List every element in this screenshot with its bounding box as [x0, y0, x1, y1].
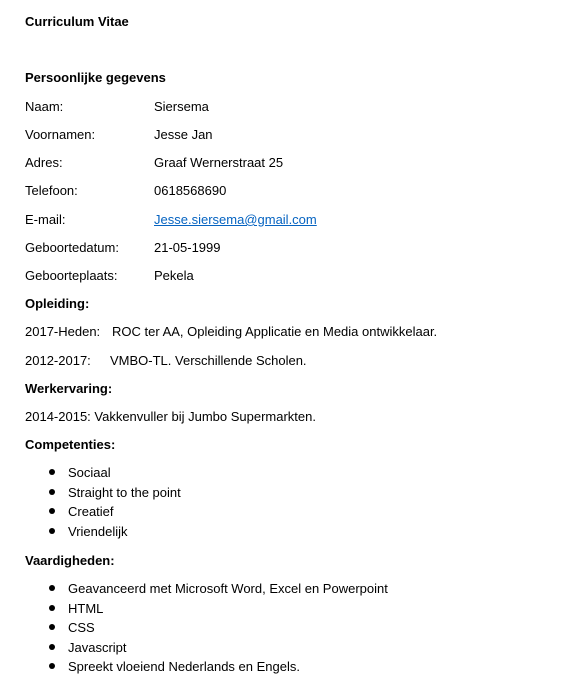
email-link[interactable]: Jesse.siersema@gmail.com — [154, 212, 317, 228]
skills-heading: Vaardigheden: — [25, 553, 115, 568]
birthdate-value: 21-05-1999 — [154, 240, 221, 255]
bullet-icon — [49, 488, 55, 495]
list-item: Spreekt vloeiend Nederlands en Engels. — [25, 659, 388, 679]
education-text: VMBO-TL. Verschillende Scholen. — [110, 353, 307, 368]
first-names-label: Voornamen: — [25, 127, 96, 142]
list-item: Geavanceerd met Microsoft Word, Excel en… — [25, 581, 388, 601]
name-label: Naam: — [25, 99, 64, 114]
work-heading: Werkervaring: — [25, 381, 113, 396]
bullet-icon — [49, 624, 55, 630]
list-item: Straight to the point — [25, 485, 181, 505]
email-label: E-mail: — [25, 212, 66, 227]
list-item: Javascript — [25, 640, 388, 660]
work-item: 2014-2015: Vakkenvuller bij Jumbo Superm… — [25, 409, 316, 424]
education-text: ROC ter AA, Opleiding Applicatie en Medi… — [112, 324, 438, 339]
birthplace-label: Geboorteplaats: — [25, 268, 118, 283]
competencies-heading: Competenties: — [25, 437, 116, 452]
document-title: Curriculum Vitae — [25, 14, 129, 29]
list-item: Creatief — [25, 504, 181, 524]
list-item: Sociaal — [25, 465, 181, 485]
bullet-icon — [49, 604, 55, 611]
bullet-icon — [49, 663, 55, 669]
education-item: 2017-Heden: ROC ter AA, Opleiding Applica… — [25, 324, 437, 340]
birthdate-label: Geboortedatum: — [25, 240, 119, 255]
address-value: Graaf Wernerstraat 25 — [154, 155, 284, 170]
personal-heading: Persoonlijke gegevens — [25, 70, 166, 85]
competencies-list: Sociaal Straight to the point Creatief V… — [25, 465, 181, 543]
bullet-icon — [49, 527, 55, 534]
address-label: Adres: — [25, 155, 63, 170]
list-item: CSS — [25, 620, 388, 640]
bullet-icon — [49, 585, 55, 591]
first-names-value: Jesse Jan — [154, 127, 213, 142]
education-item: 2012-2017: VMBO-TL. Verschillende Scholen… — [25, 353, 307, 369]
phone-value: 0618568690 — [154, 183, 227, 198]
skills-list: Geavanceerd met Microsoft Word, Excel en… — [25, 581, 388, 679]
education-period: 2017-Heden: — [25, 324, 101, 339]
list-item: Vriendelijk — [25, 524, 181, 544]
name-value: Siersema — [154, 99, 209, 114]
birthplace-value: Pekela — [154, 268, 194, 283]
cv-page: Curriculum Vitae Persoonlijke gegevens N… — [0, 0, 585, 700]
education-period: 2012-2017: — [25, 353, 91, 368]
bullet-icon — [49, 643, 55, 650]
bullet-icon — [49, 469, 55, 475]
bullet-icon — [49, 508, 55, 514]
education-heading: Opleiding: — [25, 296, 90, 311]
phone-label: Telefoon: — [25, 183, 78, 198]
list-item: HTML — [25, 601, 388, 621]
